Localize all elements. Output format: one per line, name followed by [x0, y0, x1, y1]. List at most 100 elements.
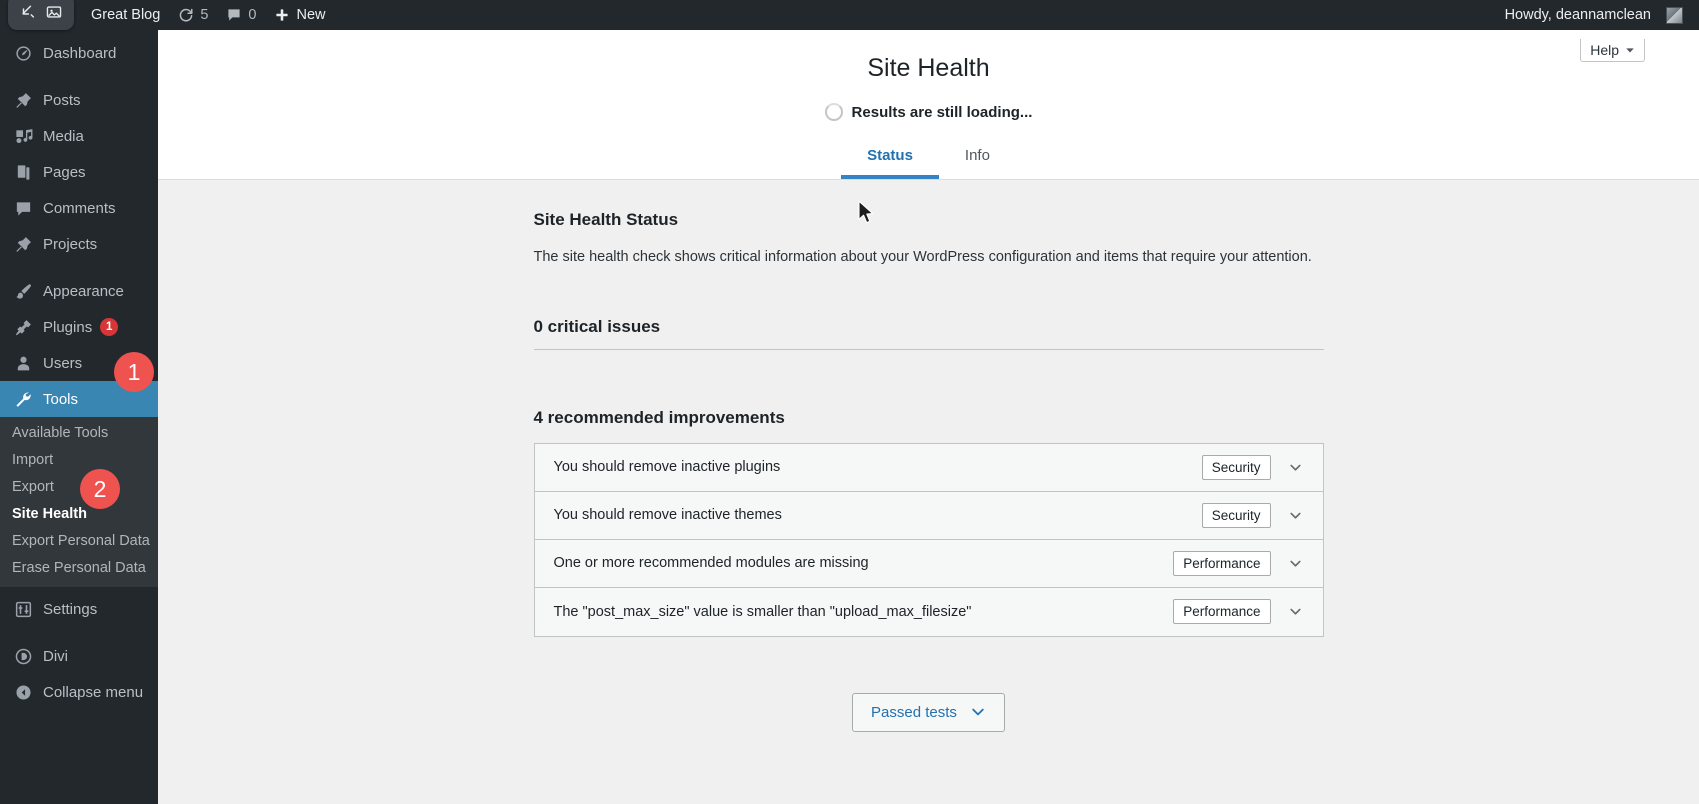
sidebar-item-divi[interactable]: Divi: [0, 638, 158, 674]
section-description: The site health check shows critical inf…: [533, 249, 1312, 265]
sidebar-subitem-import[interactable]: Import: [0, 446, 158, 473]
updates-count: 5: [200, 7, 209, 23]
plus-icon: [274, 7, 290, 23]
sidebar-item-appearance[interactable]: Appearance: [0, 273, 158, 309]
sidebar-item-settings[interactable]: Settings: [0, 591, 158, 627]
updates-menu[interactable]: 5: [169, 0, 217, 30]
sidebar-item-label: Dashboard: [43, 45, 117, 62]
tools-submenu: Available Tools Import Export Site Healt…: [0, 417, 158, 587]
passed-tests-button[interactable]: Passed tests: [852, 692, 1005, 732]
sidebar-item-posts[interactable]: Posts: [0, 82, 158, 118]
issue-row[interactable]: The "post_max_size" value is smaller tha…: [534, 587, 1323, 636]
collapse-menu-button[interactable]: Collapse menu: [0, 674, 158, 710]
pin-icon: [12, 235, 34, 254]
media-icon: [12, 127, 34, 146]
sidebar-item-pages[interactable]: Pages: [0, 154, 158, 190]
sidebar-item-label: Appearance: [43, 283, 124, 300]
loading-spinner-icon: [824, 103, 843, 121]
recommended-issues-list: You should remove inactive plugins Secur…: [533, 442, 1324, 637]
avatar: [1666, 6, 1683, 24]
admin-bar: Great Blog 5 0 New Howdy, deannamclean: [0, 0, 1699, 30]
screenshot-icon[interactable]: [45, 3, 63, 21]
sidebar-item-label: Divi: [43, 648, 68, 665]
wordpress-admin-screen: Great Blog 5 0 New Howdy, deannamclean D…: [0, 0, 1699, 804]
chevron-down-icon[interactable]: [1287, 554, 1305, 572]
chevron-down-icon[interactable]: [1287, 603, 1305, 621]
site-health-tabs: Status Info: [158, 137, 1699, 179]
sidebar-subitem-export[interactable]: Export: [0, 473, 158, 500]
admin-sidebar-menu: Dashboard Posts Media Pages Comments Pro…: [0, 30, 158, 804]
chevron-down-icon[interactable]: [1287, 506, 1305, 524]
tab-status[interactable]: Status: [841, 137, 939, 179]
update-icon: [178, 7, 194, 23]
arrow-diagonal-icon[interactable]: [19, 3, 37, 21]
submenu-label: Import: [12, 451, 54, 468]
sidebar-item-label: Settings: [43, 601, 98, 618]
submenu-label: Erase Personal Data: [12, 559, 146, 576]
tab-info[interactable]: Info: [939, 137, 1016, 179]
comment-bubble-icon: [226, 7, 242, 23]
sidebar-subitem-site-health[interactable]: Site Health: [0, 500, 158, 527]
plugins-update-badge: 1: [100, 318, 119, 336]
chevron-down-icon: [970, 704, 986, 720]
section-title: Site Health Status: [533, 210, 679, 229]
my-account-menu[interactable]: Howdy, deannamclean: [1496, 0, 1687, 30]
comments-count: 0: [248, 7, 257, 23]
issue-badge: Security: [1201, 502, 1271, 528]
sidebar-item-media[interactable]: Media: [0, 118, 158, 154]
recommended-improvements-heading: 4 recommended improvements: [533, 407, 785, 427]
issue-row[interactable]: You should remove inactive plugins Secur…: [534, 443, 1323, 492]
sidebar-item-label: Projects: [43, 236, 98, 253]
sidebar-item-projects[interactable]: Projects: [0, 226, 158, 262]
sidebar-item-dashboard[interactable]: Dashboard: [0, 35, 158, 71]
issue-title: You should remove inactive themes: [553, 507, 782, 524]
sidebar-item-comments[interactable]: Comments: [0, 190, 158, 226]
sidebar-item-label: Posts: [43, 92, 81, 109]
sidebar-item-label: Comments: [43, 200, 116, 217]
site-name-label: Great Blog: [91, 7, 161, 23]
comment-bubble-icon: [12, 199, 34, 218]
issue-row[interactable]: You should remove inactive themes Securi…: [534, 491, 1323, 540]
howdy-label: Howdy, deannamclean: [1504, 7, 1651, 23]
submenu-label: Export Personal Data: [12, 532, 150, 549]
site-name-menu[interactable]: Great Blog: [82, 0, 169, 30]
step-marker-number: 2: [93, 475, 107, 502]
paintbrush-icon: [12, 282, 34, 301]
site-health-inner: Site Health Status The site health check…: [533, 180, 1324, 732]
site-health-header: Help Site Health Results are still loadi…: [158, 30, 1699, 180]
wrench-icon: [12, 390, 34, 409]
settings-sliders-icon: [12, 600, 34, 619]
issue-title: You should remove inactive plugins: [553, 459, 781, 476]
sidebar-item-label: Media: [43, 128, 84, 145]
critical-issues-heading: 0 critical issues: [533, 317, 1324, 350]
new-content-menu[interactable]: New: [265, 0, 334, 30]
main-content: Help Site Health Results are still loadi…: [158, 30, 1699, 804]
sidebar-subitem-export-personal-data[interactable]: Export Personal Data: [0, 527, 158, 554]
pages-icon: [12, 163, 34, 182]
passed-tests-label: Passed tests: [871, 703, 957, 721]
issue-badge: Performance: [1173, 599, 1271, 625]
submenu-label: Available Tools: [12, 424, 109, 441]
chevron-down-icon[interactable]: [1287, 458, 1305, 476]
sidebar-item-label: Users: [43, 355, 83, 372]
user-icon: [12, 354, 34, 373]
comments-menu[interactable]: 0: [217, 0, 265, 30]
sidebar-subitem-available-tools[interactable]: Available Tools: [0, 419, 158, 446]
submenu-label: Site Health: [12, 505, 87, 522]
help-button[interactable]: Help: [1580, 39, 1645, 62]
issue-row[interactable]: One or more recommended modules are miss…: [534, 539, 1323, 588]
step-marker-2: 2: [80, 469, 120, 509]
passed-tests-wrapper: Passed tests: [534, 692, 1324, 732]
plug-icon: [12, 318, 34, 337]
sidebar-item-label: Tools: [43, 391, 79, 408]
step-marker-1: 1: [114, 352, 154, 392]
sidebar-item-label: Pages: [43, 164, 86, 181]
screen-capture-toolbar[interactable]: [8, 0, 74, 30]
issue-title: One or more recommended modules are miss…: [553, 555, 869, 572]
site-health-body: Site Health Status The site health check…: [158, 180, 1699, 732]
sidebar-subitem-erase-personal-data[interactable]: Erase Personal Data: [0, 554, 158, 581]
sidebar-item-plugins[interactable]: Plugins 1: [0, 309, 158, 345]
loading-status-text: Results are still loading...: [851, 103, 1033, 121]
divi-icon: [12, 647, 34, 666]
sidebar-item-label: Plugins: [43, 319, 93, 336]
